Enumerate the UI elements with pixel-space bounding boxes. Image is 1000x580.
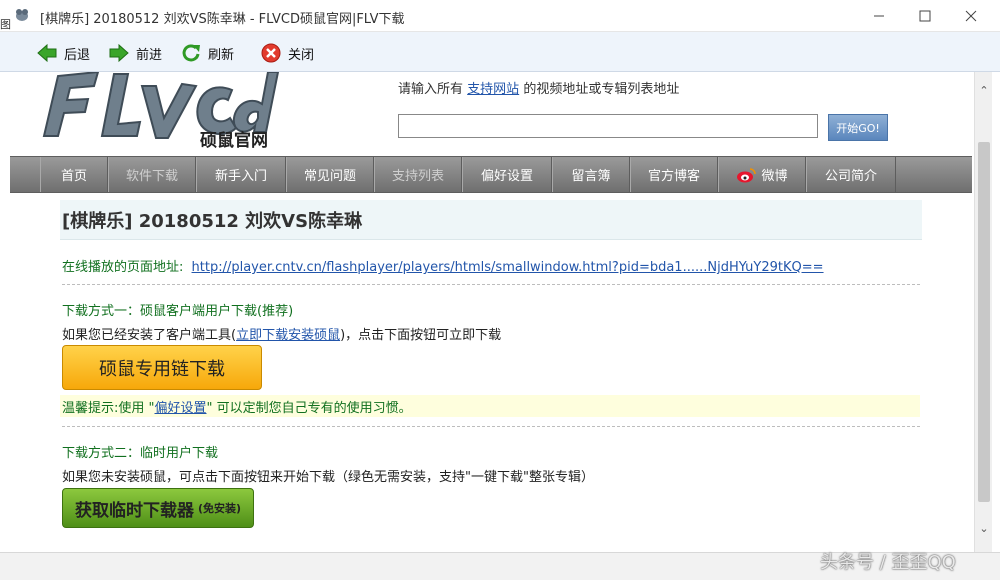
forward-label: 前进	[136, 47, 163, 63]
back-button[interactable]: 后退	[36, 41, 90, 65]
divider	[62, 284, 920, 285]
temp-downloader-button[interactable]: 获取临时下载器 (免安装)	[62, 488, 254, 528]
nav-item-official-blog[interactable]: 官方博客	[630, 157, 718, 192]
install-flvcd-link[interactable]: 立即下载安装硕鼠	[236, 328, 340, 343]
refresh-label: 刷新	[208, 47, 235, 63]
scroll-down-icon[interactable]: ⌄	[977, 522, 991, 538]
video-title: [棋牌乐] 20180512 刘欢VS陈幸琳	[60, 200, 922, 240]
tip-suffix: " 可以定制您自己专有的使用习惯。	[206, 400, 412, 416]
forward-arrow-icon	[109, 43, 129, 63]
search-hint: 请输入所有 支持网站 的视频地址或专辑列表地址	[398, 78, 679, 97]
maximize-icon	[919, 10, 931, 22]
watermark: 头条号 / 歪歪QQ	[820, 552, 956, 573]
search-hint-suffix: 的视频地址或专辑列表地址	[523, 82, 680, 97]
page-url-row: 在线播放的页面地址: http://player.cntv.cn/flashpl…	[62, 256, 824, 275]
divider	[62, 426, 920, 427]
close-circle-icon	[261, 43, 281, 63]
web-page: 硕鼠官网 请输入所有 支持网站 的视频地址或专辑列表地址 开始GO! 首页 软件…	[10, 72, 972, 552]
content-area: [棋牌乐] 20180512 刘欢VS陈幸琳 在线播放的页面地址: http:/…	[60, 200, 922, 528]
nav-item-home[interactable]: 首页	[40, 157, 108, 192]
refresh-icon	[182, 44, 200, 62]
refresh-button[interactable]: 刷新	[180, 41, 234, 65]
vertical-scrollbar[interactable]: ⌃ ⌄	[974, 72, 992, 552]
close-icon	[965, 10, 977, 22]
page-url-label: 在线播放的页面地址:	[62, 260, 184, 275]
back-label: 后退	[64, 47, 91, 63]
maximize-button[interactable]	[902, 0, 948, 32]
weibo-icon	[737, 167, 757, 182]
tip-prefix: 温馨提示:使用 "	[62, 400, 155, 416]
preferences-link[interactable]: 偏好设置	[155, 397, 207, 416]
method1-desc: 如果您已经安装了客户端工具(立即下载安装硕鼠)，点击下面按钮可立即下载	[62, 324, 501, 343]
app-icon	[16, 9, 28, 21]
logo-subtitle: 硕鼠官网	[200, 131, 268, 151]
page-url-link[interactable]: http://player.cntv.cn/flashplayer/player…	[192, 260, 824, 275]
flvcd-download-button[interactable]: 硕鼠专用链下载	[62, 345, 262, 390]
window-title: [棋牌乐] 20180512 刘欢VS陈幸琳 - FLVCD硕鼠官网|FLV下载	[40, 12, 405, 27]
main-nav: 首页 软件下载 新手入门 常见问题 支持列表 偏好设置 留言簿 官方博客 微博 …	[10, 156, 972, 193]
minimize-button[interactable]	[856, 0, 902, 32]
nav-item-about[interactable]: 公司简介	[806, 157, 896, 192]
nav-item-getting-started[interactable]: 新手入门	[196, 157, 286, 192]
temp-downloader-note: (免安装)	[197, 502, 242, 515]
temp-downloader-label: 获取临时下载器	[74, 500, 194, 521]
close-window-button[interactable]	[948, 0, 994, 32]
supported-sites-link[interactable]: 支持网站	[467, 82, 519, 97]
method1-desc-prefix: 如果您已经安装了客户端工具(	[62, 328, 237, 343]
edge-glyph: 图	[0, 18, 11, 31]
scroll-up-icon[interactable]: ⌃	[977, 84, 991, 100]
method2-desc: 如果您未安装硕鼠，可点击下面按钮来开始下载（绿色无需安装，支持"一键下载"整张专…	[62, 470, 594, 485]
scroll-thumb[interactable]	[978, 142, 990, 502]
title-bar: [棋牌乐] 20180512 刘欢VS陈幸琳 - FLVCD硕鼠官网|FLV下载	[0, 0, 1000, 32]
close-page-button[interactable]: 关闭	[260, 41, 314, 65]
method1-desc-suffix: )，点击下面按钮可立即下载	[340, 328, 502, 343]
close-label: 关闭	[288, 47, 315, 63]
nav-item-weibo-label: 微博	[761, 169, 788, 184]
start-go-button[interactable]: 开始GO!	[828, 114, 888, 141]
browser-toolbar: 后退 前进 刷新 关闭	[0, 32, 1000, 72]
method1-title: 下载方式一：硕鼠客户端用户下载(推荐)	[62, 304, 294, 319]
video-url-input[interactable]	[398, 114, 818, 138]
nav-item-guestbook[interactable]: 留言簿	[552, 157, 630, 192]
method2-title: 下载方式二：临时用户下载	[62, 446, 219, 461]
minimize-icon	[874, 15, 884, 17]
nav-item-faq[interactable]: 常见问题	[286, 157, 374, 192]
search-hint-prefix: 请输入所有	[398, 82, 464, 97]
nav-item-software-download[interactable]: 软件下载	[108, 157, 196, 192]
nav-item-preferences[interactable]: 偏好设置	[462, 157, 552, 192]
preference-tip: 温馨提示:使用 " 偏好设置 " 可以定制您自己专有的使用习惯。	[60, 395, 920, 417]
back-arrow-icon	[37, 43, 57, 63]
nav-item-support-list[interactable]: 支持列表	[374, 157, 462, 192]
forward-button[interactable]: 前进	[108, 41, 162, 65]
nav-item-weibo[interactable]: 微博	[718, 157, 806, 192]
